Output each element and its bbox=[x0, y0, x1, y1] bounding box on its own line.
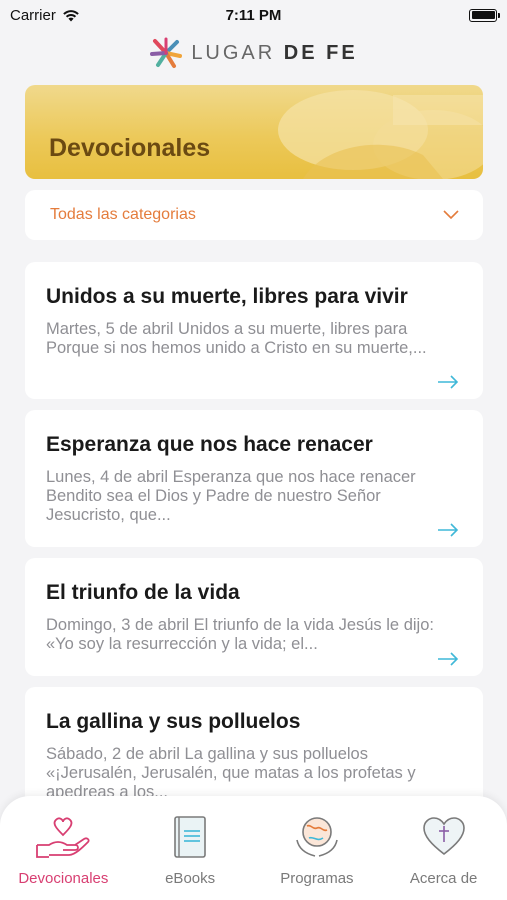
tab-acerca-de[interactable]: Acerca de bbox=[381, 812, 507, 887]
arrow-right-icon[interactable] bbox=[437, 652, 459, 666]
book-icon bbox=[174, 816, 206, 858]
status-bar: Carrier 7:11 PM bbox=[0, 0, 507, 30]
category-selected: Todas las categorias bbox=[50, 206, 196, 223]
devotional-title: Unidos a su muerte, libres para vivir bbox=[46, 285, 408, 308]
banner-title: Devocionales bbox=[49, 134, 211, 162]
carrier-group: Carrier bbox=[10, 7, 80, 24]
banner-hands-image bbox=[278, 90, 483, 179]
devotional-title: Esperanza que nos hace renacer bbox=[46, 433, 373, 456]
tab-devocionales[interactable]: Devocionales bbox=[0, 812, 126, 887]
devotional-card[interactable]: Unidos a su muerte, libres para vivir Ma… bbox=[25, 262, 483, 399]
brand-name: LUGAR DE FE bbox=[191, 42, 357, 65]
logo-mark-icon bbox=[150, 37, 183, 68]
brand-light: LUGAR bbox=[191, 41, 276, 64]
category-dropdown[interactable]: Todas las categorias bbox=[25, 190, 483, 240]
chevron-down-icon bbox=[443, 210, 459, 220]
bottom-tab-bar: Devocionales eBooks Programas Acerca de bbox=[0, 796, 507, 900]
battery-icon bbox=[469, 8, 500, 22]
arrow-right-icon[interactable] bbox=[437, 375, 459, 389]
devotional-excerpt: Lunes, 4 de abril Esperanza que nos hace… bbox=[46, 468, 416, 524]
tab-label: eBooks bbox=[165, 870, 216, 887]
tab-label: Acerca de bbox=[409, 870, 478, 887]
devotional-card[interactable]: Esperanza que nos hace renacer Lunes, 4 … bbox=[25, 410, 483, 547]
devotional-excerpt: Domingo, 3 de abril El triunfo de la vid… bbox=[46, 616, 434, 653]
devotional-title: El triunfo de la vida bbox=[46, 581, 240, 604]
devotional-excerpt: Martes, 5 de abril Unidos a su muerte, l… bbox=[46, 320, 427, 357]
heart-cross-icon bbox=[422, 817, 465, 856]
devotional-title: La gallina y sus polluelos bbox=[46, 710, 301, 733]
devotional-card[interactable]: El triunfo de la vida Domingo, 3 de abri… bbox=[25, 558, 483, 676]
brand-bold: DE FE bbox=[283, 41, 358, 64]
tab-ebooks[interactable]: eBooks bbox=[127, 812, 253, 887]
tab-label: Programas bbox=[280, 870, 354, 887]
tab-label: Devocionales bbox=[18, 870, 109, 887]
section-banner: Devocionales bbox=[25, 85, 483, 179]
wifi-icon bbox=[63, 9, 79, 21]
arrow-right-icon[interactable] bbox=[437, 523, 459, 537]
carrier-label: Carrier bbox=[10, 6, 56, 24]
hand-heart-icon bbox=[36, 817, 90, 858]
app-logo: LUGAR DE FE bbox=[0, 36, 507, 70]
globe-hands-icon bbox=[296, 817, 338, 857]
tab-programas[interactable]: Programas bbox=[254, 812, 380, 887]
devotional-excerpt: Sábado, 2 de abril La gallina y sus poll… bbox=[46, 745, 416, 801]
